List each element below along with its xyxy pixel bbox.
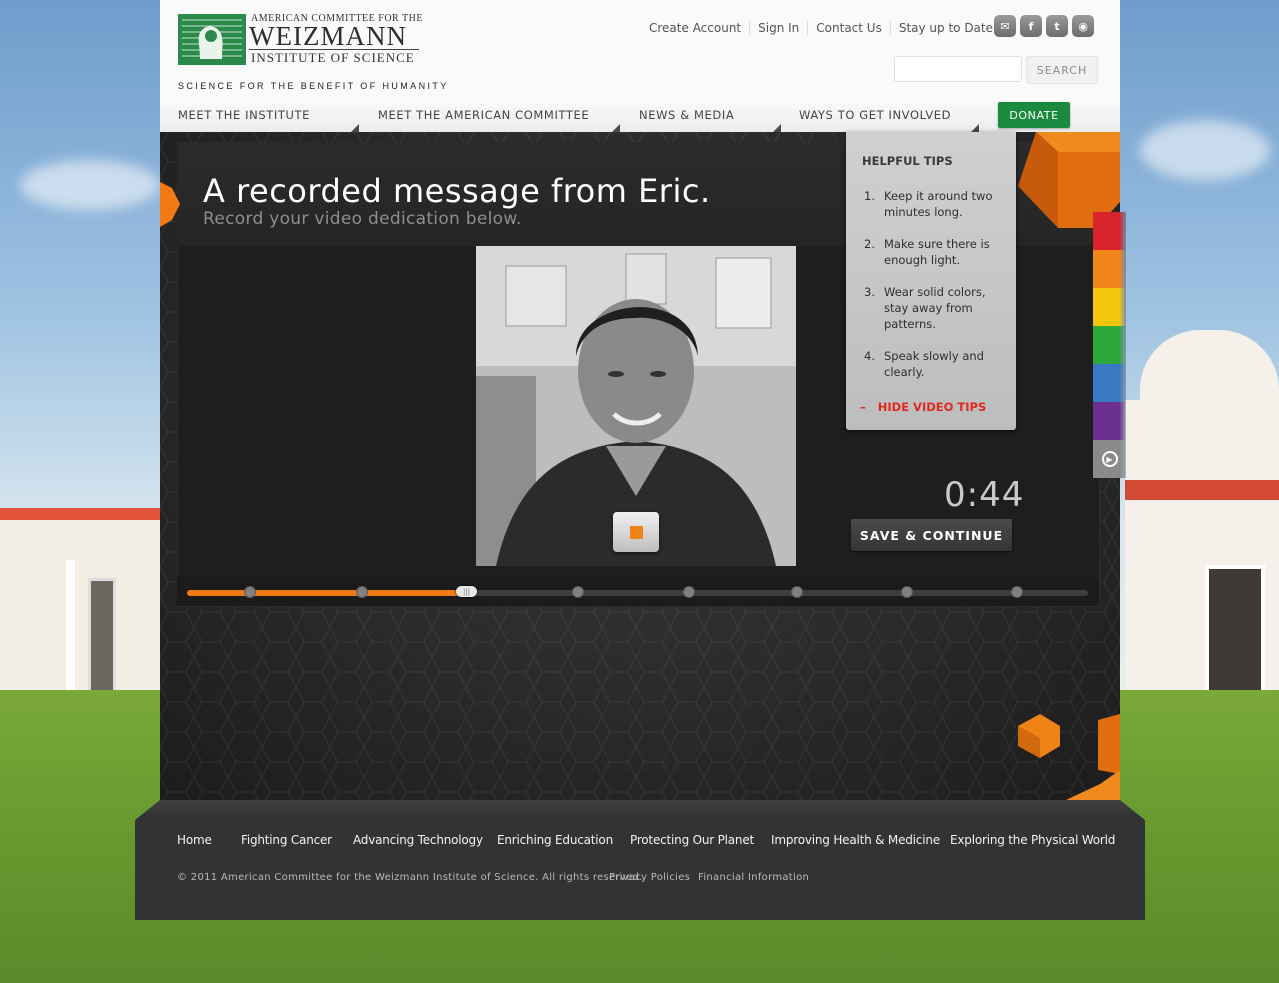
tip-text: Wear solid colors, stay away from patter…: [884, 285, 986, 331]
side-tab-green[interactable]: [1093, 326, 1126, 364]
tagline: SCIENCE FOR THE BENEFIT OF HUMANITY: [178, 81, 449, 91]
side-tab-video[interactable]: ▶: [1093, 440, 1126, 478]
search-button[interactable]: SEARCH: [1026, 56, 1098, 84]
background-building-left: [0, 520, 160, 705]
dropdown-indicator-icon: [612, 124, 620, 132]
social-icons: ✉ f t ◉: [994, 15, 1094, 37]
footer-link-advancing-technology[interactable]: Advancing Technology: [353, 833, 483, 847]
background-building-band: [1125, 480, 1279, 500]
background-building-door: [88, 578, 116, 694]
facebook-icon[interactable]: f: [1020, 15, 1042, 37]
recorder-title: A recorded message from Eric.: [203, 172, 711, 210]
dropdown-indicator-icon: [351, 124, 359, 132]
orange-tab-decoration: [160, 182, 180, 227]
logo-line-3: INSTITUTE OF SCIENCE: [251, 50, 415, 65]
donate-button[interactable]: DONATE: [998, 102, 1070, 128]
footer-link-enriching-education[interactable]: Enriching Education: [497, 833, 613, 847]
orange-cube-decoration: [1018, 714, 1120, 800]
weizmann-logo-icon[interactable]: [178, 14, 246, 65]
footer-link-fighting-cancer[interactable]: Fighting Cancer: [241, 833, 332, 847]
tip-text: Make sure there is enough light.: [884, 237, 990, 267]
save-continue-button[interactable]: SAVE & CONTINUE: [851, 519, 1012, 551]
rss-icon[interactable]: ◉: [1072, 15, 1094, 37]
site-header: AMERICAN COMMITTEE FOR THE WEIZMANN INST…: [160, 0, 1120, 98]
footer-link-protecting-our-planet[interactable]: Protecting Our Planet: [630, 833, 754, 847]
nav-item-news-media[interactable]: NEWS & MEDIA: [639, 98, 734, 132]
progress-marker[interactable]: [1011, 586, 1023, 598]
stop-recording-button[interactable]: [613, 512, 659, 552]
tip-number: 3.: [864, 285, 875, 299]
nav-item-meet-the-american-committee[interactable]: MEET THE AMERICAN COMMITTEE: [378, 98, 589, 132]
recorder-subtitle: Record your video dedication below.: [203, 209, 522, 229]
side-tab-orange[interactable]: [1093, 250, 1126, 288]
hide-video-tips-label: HIDE VIDEO TIPS: [877, 400, 987, 414]
contact-us-link[interactable]: Contact Us: [808, 21, 891, 35]
helpful-tips-panel: HELPFUL TIPS 1. Keep it around two minut…: [846, 132, 1016, 430]
background-building-column: [66, 560, 75, 700]
side-tab-purple[interactable]: [1093, 402, 1126, 440]
page-container: AMERICAN COMMITTEE FOR THE WEIZMANN INST…: [160, 0, 1120, 800]
tip-number: 1.: [864, 189, 875, 203]
progress-marker[interactable]: [683, 586, 695, 598]
tip-text: Speak slowly and clearly.: [884, 349, 984, 379]
side-tab-blue[interactable]: [1093, 364, 1126, 402]
footer-link-privacy-policies[interactable]: Privacy Policies: [609, 872, 690, 883]
nav-item-ways-to-get-involved[interactable]: WAYS TO GET INVOLVED: [799, 98, 951, 132]
progress-marker[interactable]: [791, 586, 803, 598]
top-links: Create Account Sign In Contact Us Stay u…: [649, 18, 997, 38]
progress-fill: [187, 590, 466, 596]
create-account-link[interactable]: Create Account: [649, 21, 751, 35]
footer-link-home[interactable]: Home: [177, 833, 212, 847]
hide-video-tips-link[interactable]: – HIDE VIDEO TIPS: [860, 400, 986, 414]
minus-icon: –: [860, 400, 866, 414]
recording-timer: 0:44: [944, 475, 1025, 515]
logo-line-2: WEIZMANN: [249, 21, 407, 51]
progress-marker[interactable]: [356, 586, 368, 598]
side-tabs: ▶: [1093, 212, 1126, 478]
footer-link-improving-health-medicine[interactable]: Improving Health & Medicine: [771, 833, 940, 847]
stay-up-to-date-label: Stay up to Date:: [898, 21, 998, 35]
footer-link-financial-information[interactable]: Financial Information: [698, 872, 809, 883]
stop-icon: [629, 525, 643, 539]
progress-marker[interactable]: [244, 586, 256, 598]
progress-marker[interactable]: [901, 586, 913, 598]
email-icon[interactable]: ✉: [994, 15, 1016, 37]
play-icon: ▶: [1101, 451, 1118, 467]
tips-title: HELPFUL TIPS: [862, 154, 953, 168]
search-input[interactable]: [894, 56, 1022, 82]
sign-in-link[interactable]: Sign In: [750, 21, 809, 35]
progress-handle[interactable]: |||: [456, 586, 477, 597]
footer-link-exploring-physical-world[interactable]: Exploring the Physical World: [950, 833, 1115, 847]
tip-number: 2.: [864, 237, 875, 251]
background-cloud: [1140, 120, 1270, 180]
progress-marker[interactable]: [572, 586, 584, 598]
footer-copyright: © 2011 American Committee for the Weizma…: [177, 872, 643, 883]
tip-text: Keep it around two minutes long.: [884, 189, 993, 219]
dropdown-indicator-icon: [971, 124, 979, 132]
background-cloud: [20, 160, 160, 210]
twitter-icon[interactable]: t: [1046, 15, 1068, 37]
nav-item-meet-the-institute[interactable]: MEET THE INSTITUTE: [178, 98, 310, 132]
dropdown-indicator-icon: [773, 124, 781, 132]
side-tab-yellow[interactable]: [1093, 288, 1126, 326]
tip-number: 4.: [864, 349, 875, 363]
side-tab-red[interactable]: [1093, 212, 1126, 250]
footer-top-bevel: [135, 800, 1145, 820]
